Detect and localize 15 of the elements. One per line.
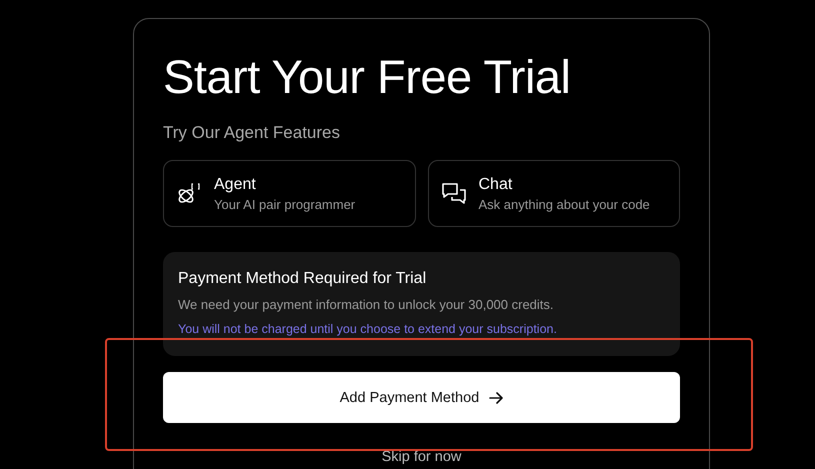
add-payment-button[interactable]: Add Payment Method bbox=[163, 372, 680, 423]
page-title: Start Your Free Trial bbox=[163, 49, 572, 105]
chat-bubbles-icon bbox=[440, 180, 466, 206]
notice-title: Payment Method Required for Trial bbox=[178, 270, 426, 288]
feature-card[interactable]: Chat Ask anything about your code bbox=[428, 160, 680, 227]
arrow-right-icon bbox=[489, 390, 504, 404]
notice-text: We need your payment information to unlock your 30,000 credits. bbox=[178, 297, 554, 312]
feature-description: Your AI pair programmer bbox=[214, 196, 356, 212]
section-subtitle: Try Our Agent Features bbox=[163, 123, 340, 143]
feature-name: Agent bbox=[214, 176, 257, 194]
notice-link[interactable]: You will not be charged until you choose to extend your subscription. bbox=[178, 322, 557, 336]
feature-card[interactable]: Agent Your AI pair programmer bbox=[163, 160, 416, 227]
feature-description: Ask anything about your code bbox=[478, 196, 650, 212]
feature-name: Chat bbox=[478, 176, 514, 194]
skip-link[interactable]: Skip for now bbox=[382, 449, 462, 465]
